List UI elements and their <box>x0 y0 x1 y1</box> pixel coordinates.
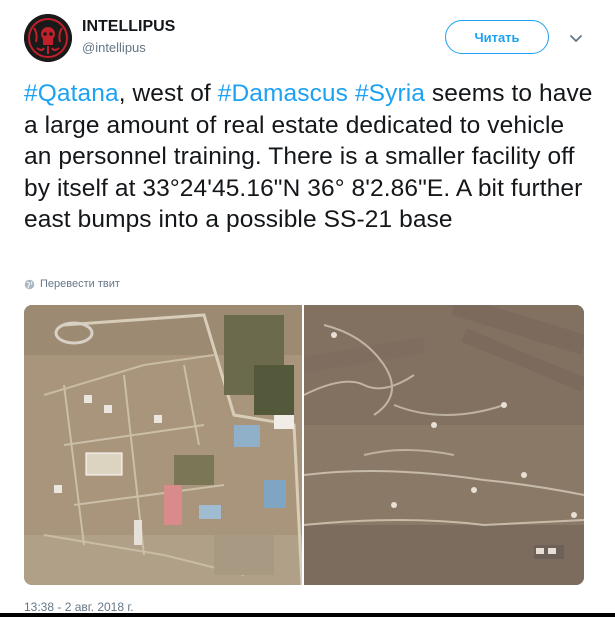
globe-icon <box>24 279 35 289</box>
user-handle[interactable]: @intellipus <box>82 40 146 55</box>
tweet-media[interactable] <box>24 305 584 585</box>
translate-tweet-link[interactable]: Перевести твит <box>24 278 120 290</box>
chevron-down-icon[interactable] <box>568 30 584 46</box>
display-name[interactable]: INTELLIPUS <box>82 18 175 36</box>
tweet-text: #Qatana, west of #Damascus #Syria seems … <box>24 78 594 236</box>
tweet-text-segment: , west of <box>118 80 218 107</box>
follow-button[interactable]: Читать <box>445 20 549 54</box>
bottom-border <box>0 613 615 617</box>
hashtag-link[interactable]: #Qatana <box>24 80 119 107</box>
tweet-text-segment <box>348 80 355 107</box>
hydra-logo-icon <box>24 14 72 62</box>
avatar[interactable] <box>24 14 72 62</box>
satellite-image-possible-ss21-base[interactable] <box>304 305 584 585</box>
hashtag-link[interactable]: #Damascus <box>218 80 348 107</box>
hashtag-link[interactable]: #Syria <box>355 80 425 107</box>
translate-label[interactable]: Перевести твит <box>40 278 120 290</box>
tweet-timestamp[interactable]: 13:38 - 2 авг. 2018 г. <box>24 600 134 614</box>
satellite-image-training-facility[interactable] <box>24 305 302 585</box>
